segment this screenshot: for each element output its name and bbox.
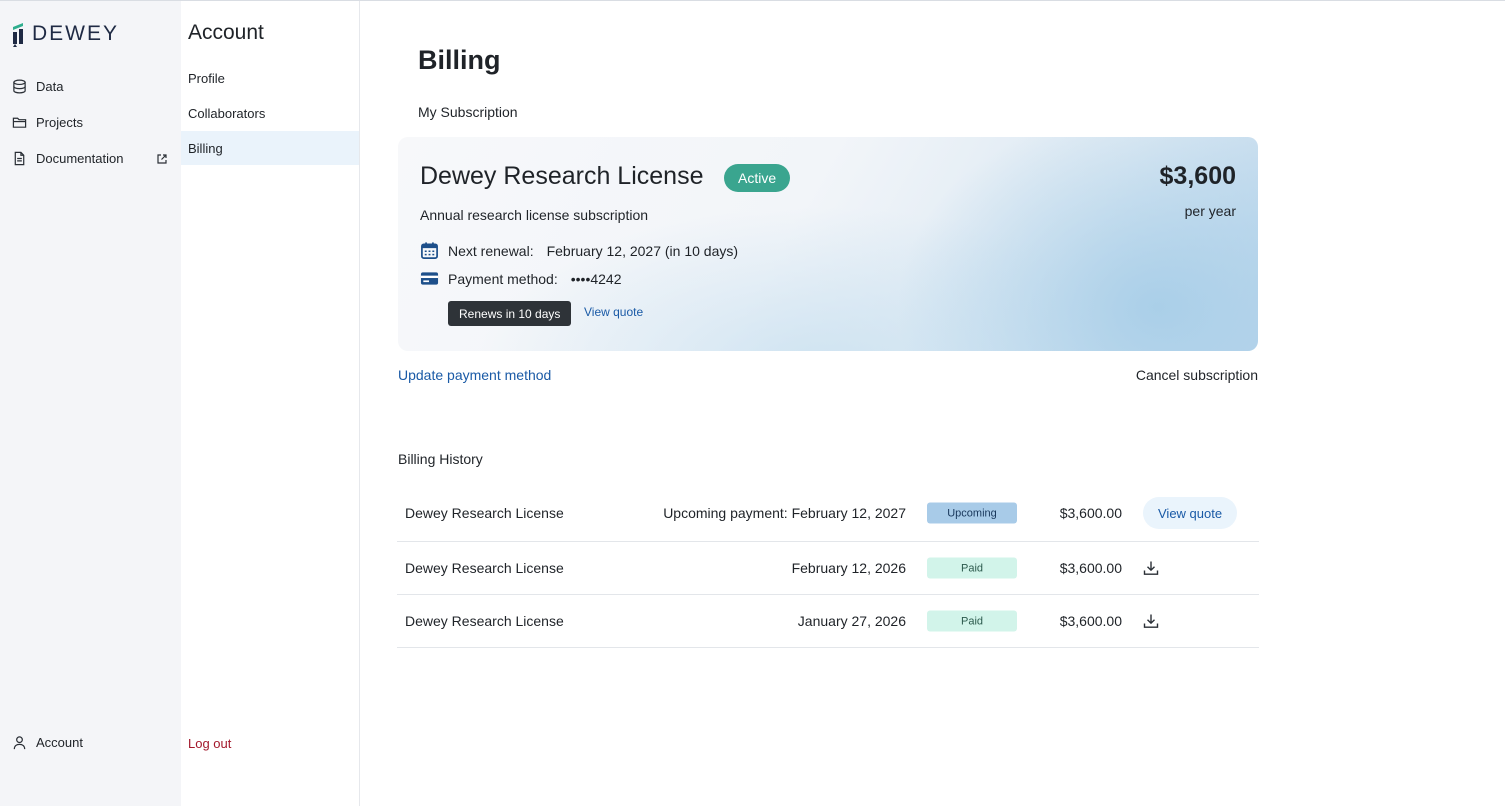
dewey-wordmark: DEWEY [32, 22, 120, 45]
invoice-date: January 27, 2026 [797, 613, 906, 629]
credit-card-icon [420, 272, 439, 285]
dewey-logo-icon [13, 23, 23, 47]
external-link-icon[interactable] [156, 153, 168, 165]
status-badge: Paid [927, 557, 1017, 579]
account-subnav: Account Profile Collaborators Billing Lo… [181, 1, 360, 806]
subnav-item-profile[interactable]: Profile [181, 61, 359, 95]
user-icon [13, 736, 26, 750]
document-icon [14, 151, 25, 166]
invoice-amount: $3,600.00 [1059, 505, 1122, 521]
calendar-icon [421, 242, 438, 259]
cancel-subscription-link[interactable]: Cancel subscription [1098, 367, 1258, 383]
view-quote-link[interactable]: View quote [584, 305, 643, 319]
update-payment-method-link[interactable]: Update payment method [398, 367, 551, 383]
renewal-value: February 12, 2027 (in 10 days) [546, 242, 739, 259]
page-title: Billing [418, 45, 501, 75]
billing-history-heading: Billing History [398, 451, 483, 467]
price-period: per year [1184, 203, 1236, 219]
subnav-item-billing[interactable]: Billing [181, 131, 359, 165]
invoice-amount: $3,600.00 [1059, 560, 1122, 576]
dewey-logo[interactable]: DEWEY [11, 21, 119, 47]
subscription-price: $3,600 [1159, 162, 1236, 190]
download-icon[interactable] [1143, 613, 1159, 629]
invoice-name: Dewey Research License [405, 505, 564, 521]
renewal-label: Next renewal: [448, 242, 534, 259]
table-row: Dewey Research License January 27, 2026 … [397, 595, 1259, 648]
database-icon [13, 79, 26, 94]
sidebar-item-projects[interactable]: Projects [12, 115, 83, 130]
sidebar-item-label: Projects [36, 115, 83, 130]
billing-page: Billing My Subscription Dewey Research L… [360, 1, 1505, 806]
invoice-name: Dewey Research License [405, 560, 564, 576]
subscription-card: Dewey Research License Active Annual res… [398, 137, 1258, 351]
logout-link[interactable]: Log out [188, 736, 231, 751]
payment-value: ••••4242 [570, 270, 622, 287]
sidebar-item-documentation[interactable]: Documentation [12, 151, 123, 166]
renewal-row: Next renewal: February 12, 2027 (in 10 d… [420, 241, 738, 260]
invoice-name: Dewey Research License [405, 613, 564, 629]
subscription-description: Annual research license subscription [420, 207, 649, 223]
invoice-date: Upcoming payment: February 12, 2027 [663, 505, 906, 521]
subscription-name: Dewey Research License [420, 162, 704, 190]
invoice-amount: $3,600.00 [1059, 613, 1122, 629]
main-sidebar: DEWEY Data Projects Documentation Accoun… [0, 1, 181, 806]
sidebar-item-data[interactable]: Data [12, 79, 63, 94]
payment-method-row: Payment method: ••••4242 [420, 270, 621, 287]
status-badge: Upcoming [927, 502, 1017, 524]
billing-history-table: Dewey Research License Upcoming payment:… [397, 485, 1259, 648]
status-badge: Active [724, 164, 791, 192]
view-quote-button[interactable]: View quote [1143, 497, 1238, 529]
sidebar-item-account[interactable]: Account [12, 735, 83, 750]
payment-label: Payment method: [448, 270, 558, 287]
table-row: Dewey Research License February 12, 2026… [397, 542, 1259, 595]
subnav-title: Account [188, 21, 264, 44]
sidebar-item-label: Data [36, 79, 64, 94]
table-row: Dewey Research License Upcoming payment:… [397, 485, 1259, 542]
subnav-item-collaborators[interactable]: Collaborators [181, 96, 359, 130]
sidebar-item-label: Account [36, 735, 83, 750]
status-badge: Paid [927, 610, 1017, 632]
folder-icon [12, 117, 27, 128]
sidebar-item-label: Documentation [36, 151, 124, 166]
invoice-date: February 12, 2026 [791, 560, 906, 576]
renews-chip: Renews in 10 days [448, 301, 572, 326]
download-icon[interactable] [1143, 560, 1159, 576]
subscription-heading: My Subscription [418, 104, 518, 120]
